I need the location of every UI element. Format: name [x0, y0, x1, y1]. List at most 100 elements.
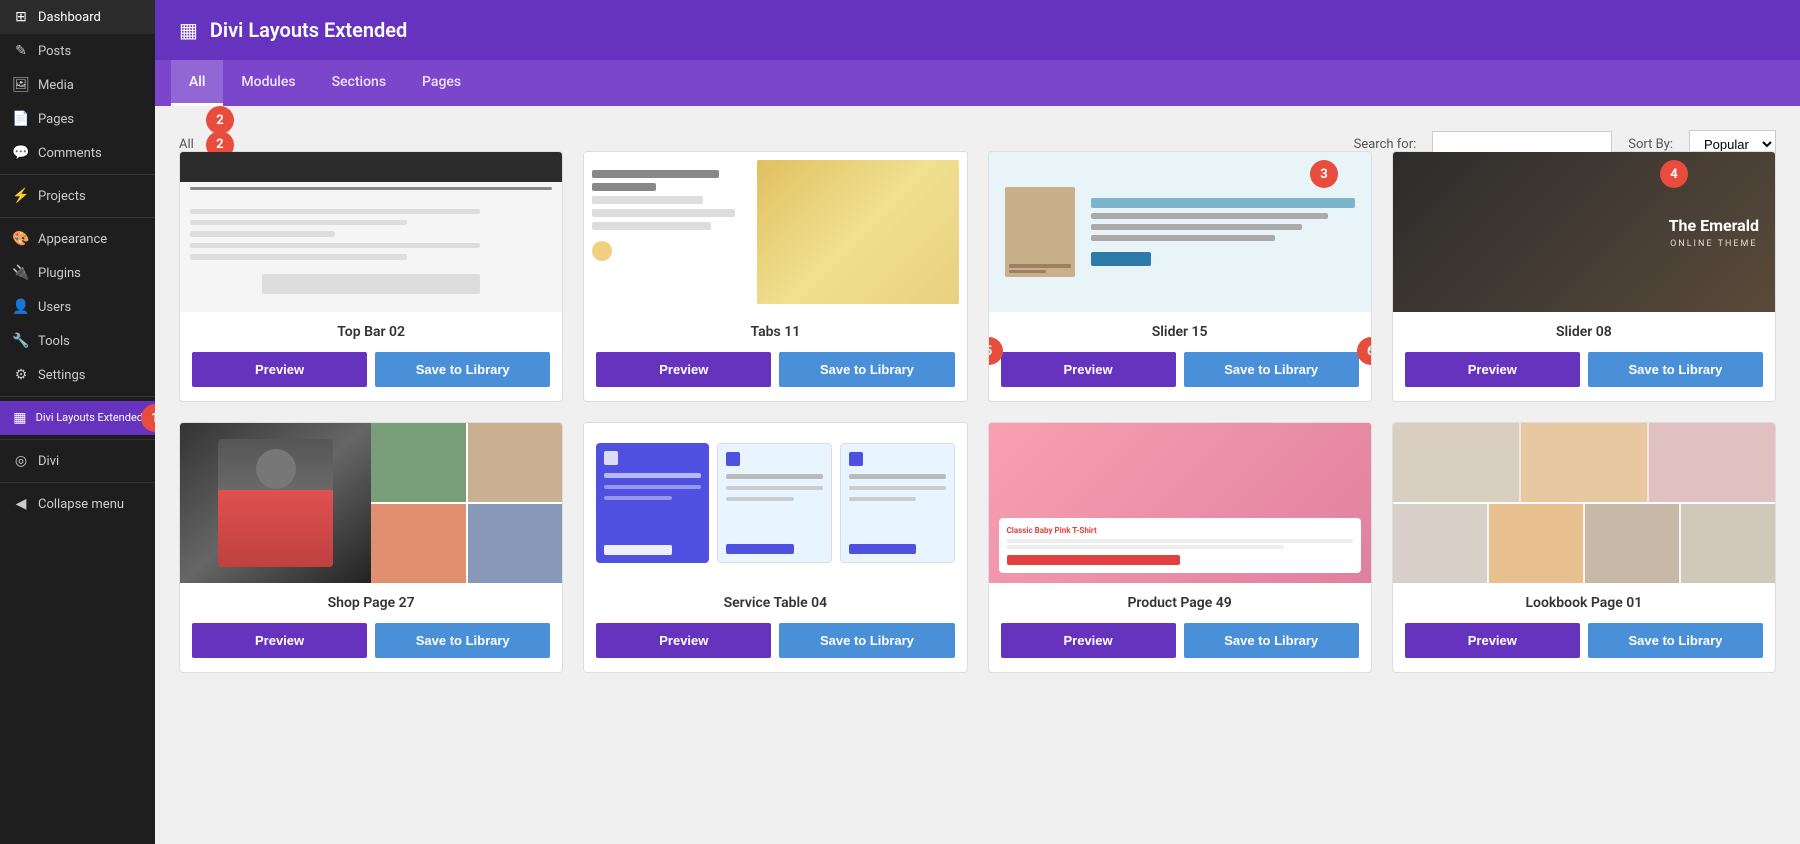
save-button-lookbook-page-01[interactable]: Save to Library — [1588, 623, 1763, 658]
media-icon: 🖼 — [12, 77, 30, 93]
sidebar-item-divi[interactable]: ◎ Divi — [0, 444, 155, 478]
sidebar-divider-4 — [0, 439, 155, 440]
filter-all-label: All — [179, 137, 194, 152]
card-title-top-bar-02: Top Bar 02 — [180, 312, 562, 352]
card-preview-service-table-04 — [584, 423, 966, 583]
sidebar-item-collapse[interactable]: ◀ Collapse menu — [0, 487, 155, 521]
save-button-shop-page-27[interactable]: Save to Library — [375, 623, 550, 658]
card-preview-lookbook-page-01 — [1393, 423, 1775, 583]
sidebar-item-dashboard[interactable]: ⊞ Dashboard — [0, 0, 155, 34]
posts-icon: ✎ — [12, 43, 30, 59]
sidebar-item-label: Settings — [38, 368, 85, 383]
sidebar-item-label: Divi Layouts Extended — [36, 411, 143, 425]
save-button-slider-15[interactable]: Save to Library — [1184, 352, 1359, 387]
dashboard-icon: ⊞ — [12, 9, 30, 25]
card-preview-slider-08: The Emerald ONLINE THEME — [1393, 152, 1775, 312]
sidebar-item-label: Appearance — [38, 232, 107, 247]
sidebar-item-divi-layouts[interactable]: ▦ Divi Layouts Extended 1 — [0, 401, 155, 435]
emerald-sub: ONLINE THEME — [1669, 239, 1759, 249]
tools-icon: 🔧 — [12, 333, 30, 349]
collapse-icon: ◀ — [12, 496, 30, 512]
sidebar-item-media[interactable]: 🖼 Media — [0, 68, 155, 102]
sidebar-item-pages[interactable]: 📄 Pages — [0, 102, 155, 136]
sidebar-item-label: Tools — [38, 334, 70, 349]
card-actions-slider-15: Preview Save to Library — [989, 352, 1371, 401]
card-lookbook-page-01: Lookbook Page 01 Preview Save to Library — [1392, 422, 1776, 673]
card-actions-slider-08: Preview Save to Library — [1393, 352, 1775, 401]
sidebar-divider-2 — [0, 217, 155, 218]
card-service-table-04: Service Table 04 Preview Save to Library — [583, 422, 967, 673]
search-label: Search for: — [1354, 137, 1417, 152]
users-icon: 👤 — [12, 299, 30, 315]
plugin-header: ▦ Divi Layouts Extended — [155, 0, 1800, 60]
sidebar-item-plugins[interactable]: 🔌 Plugins — [0, 256, 155, 290]
sidebar-item-label: Comments — [38, 146, 102, 161]
plugin-header-icon: ▦ — [179, 18, 198, 42]
plugins-icon: 🔌 — [12, 265, 30, 281]
sidebar-item-label: Collapse menu — [38, 497, 124, 512]
preview-button-lookbook-page-01[interactable]: Preview — [1405, 623, 1580, 658]
tab-pages[interactable]: Pages — [404, 60, 479, 106]
card-actions-top-bar-02: Preview Save to Library — [180, 352, 562, 401]
sidebar-item-tools[interactable]: 🔧 Tools — [0, 324, 155, 358]
card-title-slider-08: Slider 08 — [1393, 312, 1775, 352]
preview-button-top-bar-02[interactable]: Preview — [192, 352, 367, 387]
card-actions-shop-page-27: Preview Save to Library — [180, 623, 562, 672]
sidebar-item-label: Posts — [38, 44, 71, 59]
tab-all[interactable]: All — [171, 60, 223, 106]
card-tabs-11: Tabs 11 Preview Save to Library — [583, 151, 967, 402]
sidebar-item-label: Dashboard — [38, 10, 101, 25]
content-area: All 2 Search for: Sort By: Popular Lates… — [155, 106, 1800, 844]
card-preview-shop-page-27 — [180, 423, 562, 583]
card-preview-tabs-11 — [584, 152, 966, 312]
divi-icon: ◎ — [12, 453, 30, 469]
sidebar-item-label: Divi — [38, 454, 59, 469]
preview-button-service-table-04[interactable]: Preview — [596, 623, 771, 658]
save-button-product-page-49[interactable]: Save to Library — [1184, 623, 1359, 658]
sidebar-item-users[interactable]: 👤 Users — [0, 290, 155, 324]
sort-label: Sort By: — [1628, 137, 1673, 152]
sidebar-item-projects[interactable]: ⚡ Projects — [0, 179, 155, 213]
emerald-title: The Emerald — [1669, 216, 1759, 235]
comments-icon: 💬 — [12, 145, 30, 161]
card-actions-lookbook-page-01: Preview Save to Library — [1393, 623, 1775, 672]
nav-tabs-bar: All Modules Sections Pages — [155, 60, 1800, 106]
preview-button-shop-page-27[interactable]: Preview — [192, 623, 367, 658]
card-title-shop-page-27: Shop Page 27 — [180, 583, 562, 623]
save-button-top-bar-02[interactable]: Save to Library — [375, 352, 550, 387]
sidebar-divider-1 — [0, 174, 155, 175]
divi-layouts-icon: ▦ — [12, 410, 28, 426]
plugin-header-title: Divi Layouts Extended — [210, 18, 407, 42]
preview-button-product-page-49[interactable]: Preview — [1001, 623, 1176, 658]
main-content: ▦ Divi Layouts Extended All Modules Sect… — [155, 0, 1800, 844]
settings-icon: ⚙ — [12, 367, 30, 383]
preview-button-tabs-11[interactable]: Preview — [596, 352, 771, 387]
tab-sections[interactable]: Sections — [314, 60, 404, 106]
sidebar-item-label: Pages — [38, 112, 74, 127]
cards-grid: Top Bar 02 Preview Save to Library — [179, 151, 1776, 673]
tab-modules[interactable]: Modules — [223, 60, 313, 106]
sidebar-divider-3 — [0, 396, 155, 397]
save-button-service-table-04[interactable]: Save to Library — [779, 623, 954, 658]
sidebar: ⊞ Dashboard ✎ Posts 🖼 Media 📄 Pages 💬 Co… — [0, 0, 155, 844]
card-preview-slider-15 — [989, 152, 1371, 312]
card-slider-15: 5 6 — [988, 151, 1372, 402]
sidebar-item-settings[interactable]: ⚙ Settings — [0, 358, 155, 392]
sidebar-item-posts[interactable]: ✎ Posts — [0, 34, 155, 68]
save-button-tabs-11[interactable]: Save to Library — [779, 352, 954, 387]
card-shop-page-27: Shop Page 27 Preview Save to Library — [179, 422, 563, 673]
emerald-text: The Emerald ONLINE THEME — [1669, 216, 1759, 249]
sidebar-item-label: Plugins — [38, 266, 81, 281]
appearance-icon: 🎨 — [12, 231, 30, 247]
preview-button-slider-15[interactable]: Preview — [1001, 352, 1176, 387]
preview-button-slider-08[interactable]: Preview — [1405, 352, 1580, 387]
card-top-bar-02: Top Bar 02 Preview Save to Library — [179, 151, 563, 402]
sidebar-item-appearance[interactable]: 🎨 Appearance — [0, 222, 155, 256]
card-actions-service-table-04: Preview Save to Library — [584, 623, 966, 672]
card-title-slider-15: Slider 15 — [989, 312, 1371, 352]
sidebar-item-comments[interactable]: 💬 Comments — [0, 136, 155, 170]
annotation-1: 1 — [141, 404, 155, 432]
card-title-lookbook-page-01: Lookbook Page 01 — [1393, 583, 1775, 623]
card-slider-08: The Emerald ONLINE THEME Slider 08 Previ… — [1392, 151, 1776, 402]
save-button-slider-08[interactable]: Save to Library — [1588, 352, 1763, 387]
